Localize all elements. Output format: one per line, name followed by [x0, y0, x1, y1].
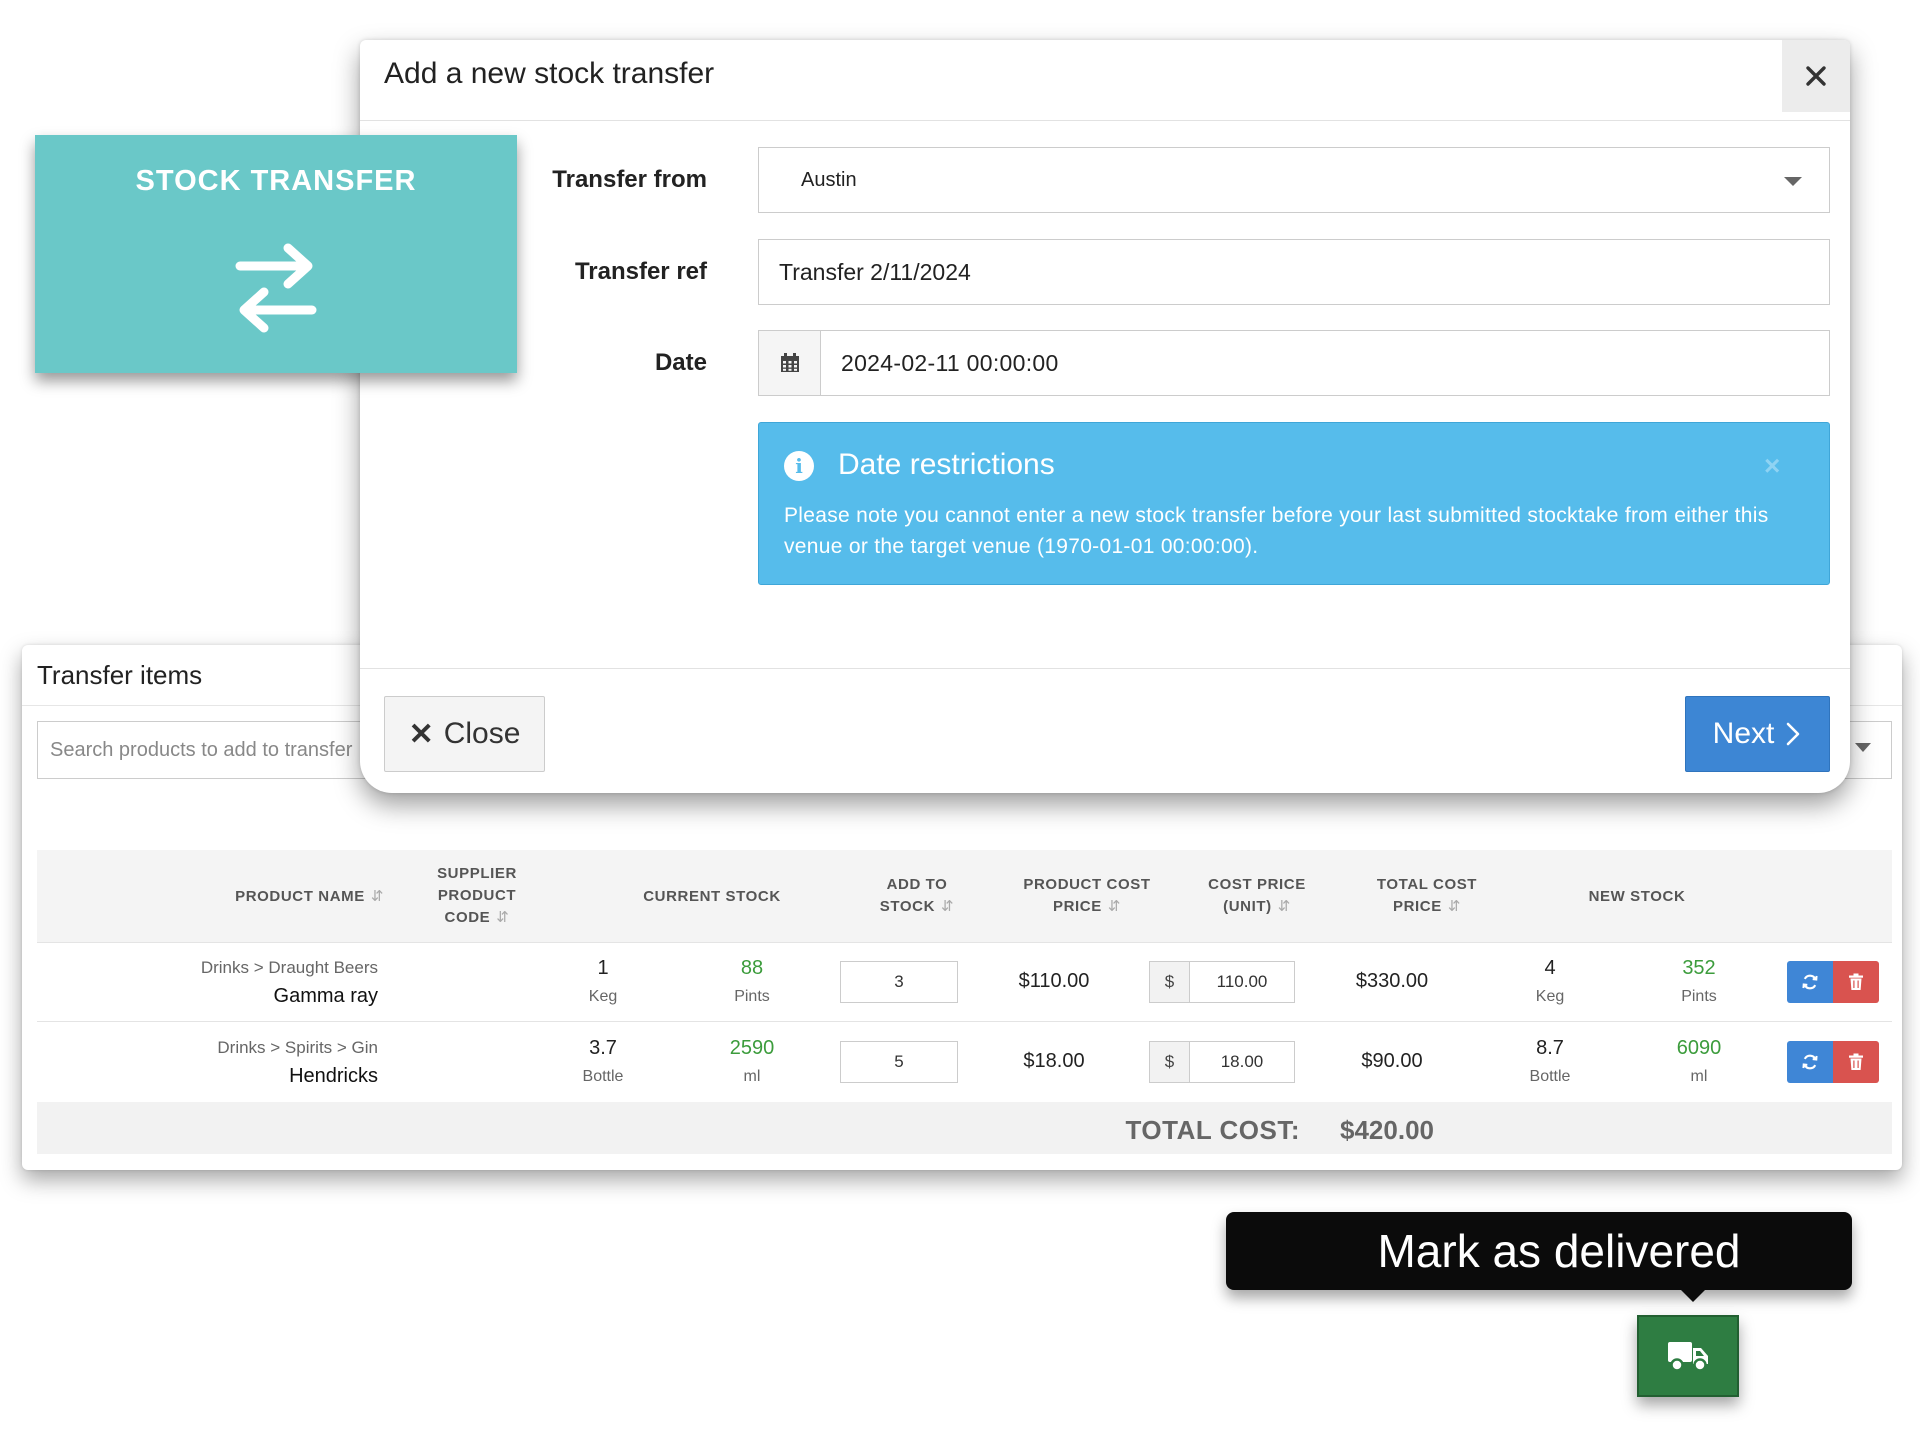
close-button[interactable]: ✕ Close [384, 696, 545, 772]
unit-cost-value[interactable]: 110.00 [1190, 962, 1294, 1002]
new-stock-unit: Bottle [1529, 1068, 1571, 1085]
col-product-cost-price[interactable]: PRODUCT COST PRICE ⇵ [997, 874, 1177, 918]
info-icon: i [784, 451, 814, 481]
modal-close-button[interactable] [1782, 40, 1850, 112]
current-stock-alt-qty: 88 [740, 957, 764, 979]
close-icon: ✕ [408, 717, 434, 751]
currency-addon: $ [1150, 1042, 1190, 1082]
col-new-stock: NEW STOCK [1588, 888, 1686, 905]
new-stock-alt-unit: ml [1690, 1068, 1708, 1085]
chevron-down-icon[interactable] [1784, 177, 1802, 186]
add-to-stock-input[interactable] [840, 961, 958, 1003]
trash-icon [1849, 1053, 1863, 1070]
close-label: Close [443, 717, 521, 750]
delete-button[interactable] [1833, 1041, 1879, 1083]
total-cost-label: TOTAL COST: [1125, 1115, 1300, 1145]
tile-title: STOCK TRANSFER [135, 165, 417, 197]
trash-icon [1849, 973, 1863, 990]
unit-cost-input[interactable]: $ 110.00 [1149, 961, 1295, 1003]
alert-message: Please note you cannot enter a new stock… [784, 504, 1769, 558]
calendar-icon [780, 353, 799, 372]
sort-icon[interactable]: ⇵ [941, 898, 954, 915]
next-button[interactable]: Next [1685, 696, 1830, 772]
product-category: Drinks > Spirits > Gin [217, 1038, 378, 1057]
currency-addon: $ [1150, 962, 1190, 1002]
divider [360, 668, 1850, 669]
tooltip-arrow [1680, 1289, 1706, 1302]
total-cost-price: $90.00 [1361, 1050, 1423, 1072]
new-stock-alt-unit: Pints [1681, 988, 1717, 1005]
new-stock-qty: 4 [1544, 957, 1556, 979]
new-stock-alt-qty: 6090 [1676, 1037, 1722, 1059]
col-product-name[interactable]: PRODUCT NAME ⇵ [204, 886, 384, 908]
chevron-right-icon [1787, 722, 1800, 746]
new-stock-alt-qty: 352 [1682, 957, 1716, 979]
date-input[interactable]: 2024-02-11 00:00:00 [758, 330, 1830, 396]
col-add-to-stock[interactable]: ADD TO STOCK ⇵ [837, 874, 997, 918]
sort-icon[interactable]: ⇵ [1278, 898, 1291, 915]
divider [360, 120, 1850, 121]
col-total-cost-price[interactable]: TOTAL COST PRICE ⇵ [1337, 874, 1517, 918]
close-icon [1806, 66, 1826, 86]
sort-icon[interactable]: ⇵ [371, 888, 384, 905]
product-name: Gamma ray [273, 985, 378, 1007]
product-category: Drinks > Draught Beers [200, 958, 378, 977]
col-supplier-code[interactable]: SUPPLIER PRODUCT CODE ⇵ [402, 863, 552, 929]
transfer-items-title: Transfer items [37, 660, 203, 690]
delete-button[interactable] [1833, 961, 1879, 1003]
new-stock-qty: 8.7 [1536, 1037, 1564, 1059]
truck-icon [1668, 1342, 1708, 1372]
next-label: Next [1712, 717, 1775, 750]
product-name: Hendricks [289, 1065, 378, 1087]
col-current-stock: CURRENT STOCK [643, 888, 781, 905]
divider [37, 1021, 1892, 1022]
product-cost-price: $110.00 [1018, 970, 1090, 992]
calendar-button[interactable] [759, 331, 821, 395]
refresh-icon [1802, 974, 1818, 990]
transfer-from-select[interactable]: Austin [758, 147, 1830, 213]
mark-delivered-tooltip: Mark as delivered [1226, 1212, 1852, 1290]
alert-title: Date restrictions [838, 448, 1055, 481]
transfer-ref-input[interactable] [758, 239, 1830, 305]
refresh-button[interactable] [1787, 961, 1833, 1003]
current-stock-alt-unit: Pints [734, 988, 770, 1005]
add-to-stock-input[interactable] [840, 1041, 958, 1083]
modal-title: Add a new stock transfer [384, 57, 715, 90]
new-stock-unit: Keg [1535, 988, 1565, 1005]
transfer-from-value: Austin [801, 168, 857, 191]
refresh-button[interactable] [1787, 1041, 1833, 1083]
unit-cost-value[interactable]: 18.00 [1190, 1042, 1294, 1082]
tooltip-text: Mark as delivered [1377, 1225, 1741, 1277]
total-cost-value: $420.00 [1340, 1115, 1434, 1145]
current-stock-qty: 1 [597, 957, 609, 979]
current-stock-qty: 3.7 [589, 1037, 617, 1059]
transfer-arrows-icon [235, 243, 317, 333]
table-header: PRODUCT NAME ⇵ SUPPLIER PRODUCT CODE ⇵ CUR… [37, 850, 1892, 942]
sort-icon[interactable]: ⇵ [1108, 898, 1121, 915]
date-value[interactable]: 2024-02-11 00:00:00 [821, 350, 1059, 377]
unit-cost-input[interactable]: $ 18.00 [1149, 1041, 1295, 1083]
total-cost-price: $330.00 [1355, 970, 1429, 992]
refresh-icon [1802, 1054, 1818, 1070]
current-stock-alt-qty: 2590 [729, 1037, 775, 1059]
mark-as-delivered-button[interactable] [1637, 1315, 1739, 1397]
product-cost-price: $18.00 [1023, 1050, 1085, 1072]
sort-icon[interactable]: ⇵ [496, 909, 509, 926]
sort-icon[interactable]: ⇵ [1448, 898, 1461, 915]
alert-dismiss-button[interactable]: × [1764, 450, 1780, 482]
chevron-down-icon[interactable] [1855, 743, 1871, 752]
col-cost-price-unit[interactable]: COST PRICE (UNIT) ⇵ [1167, 874, 1347, 918]
current-stock-alt-unit: ml [743, 1068, 761, 1085]
current-stock-unit: Bottle [582, 1068, 624, 1085]
divider [37, 942, 1892, 943]
current-stock-unit: Keg [588, 988, 618, 1005]
total-row [37, 1102, 1892, 1154]
